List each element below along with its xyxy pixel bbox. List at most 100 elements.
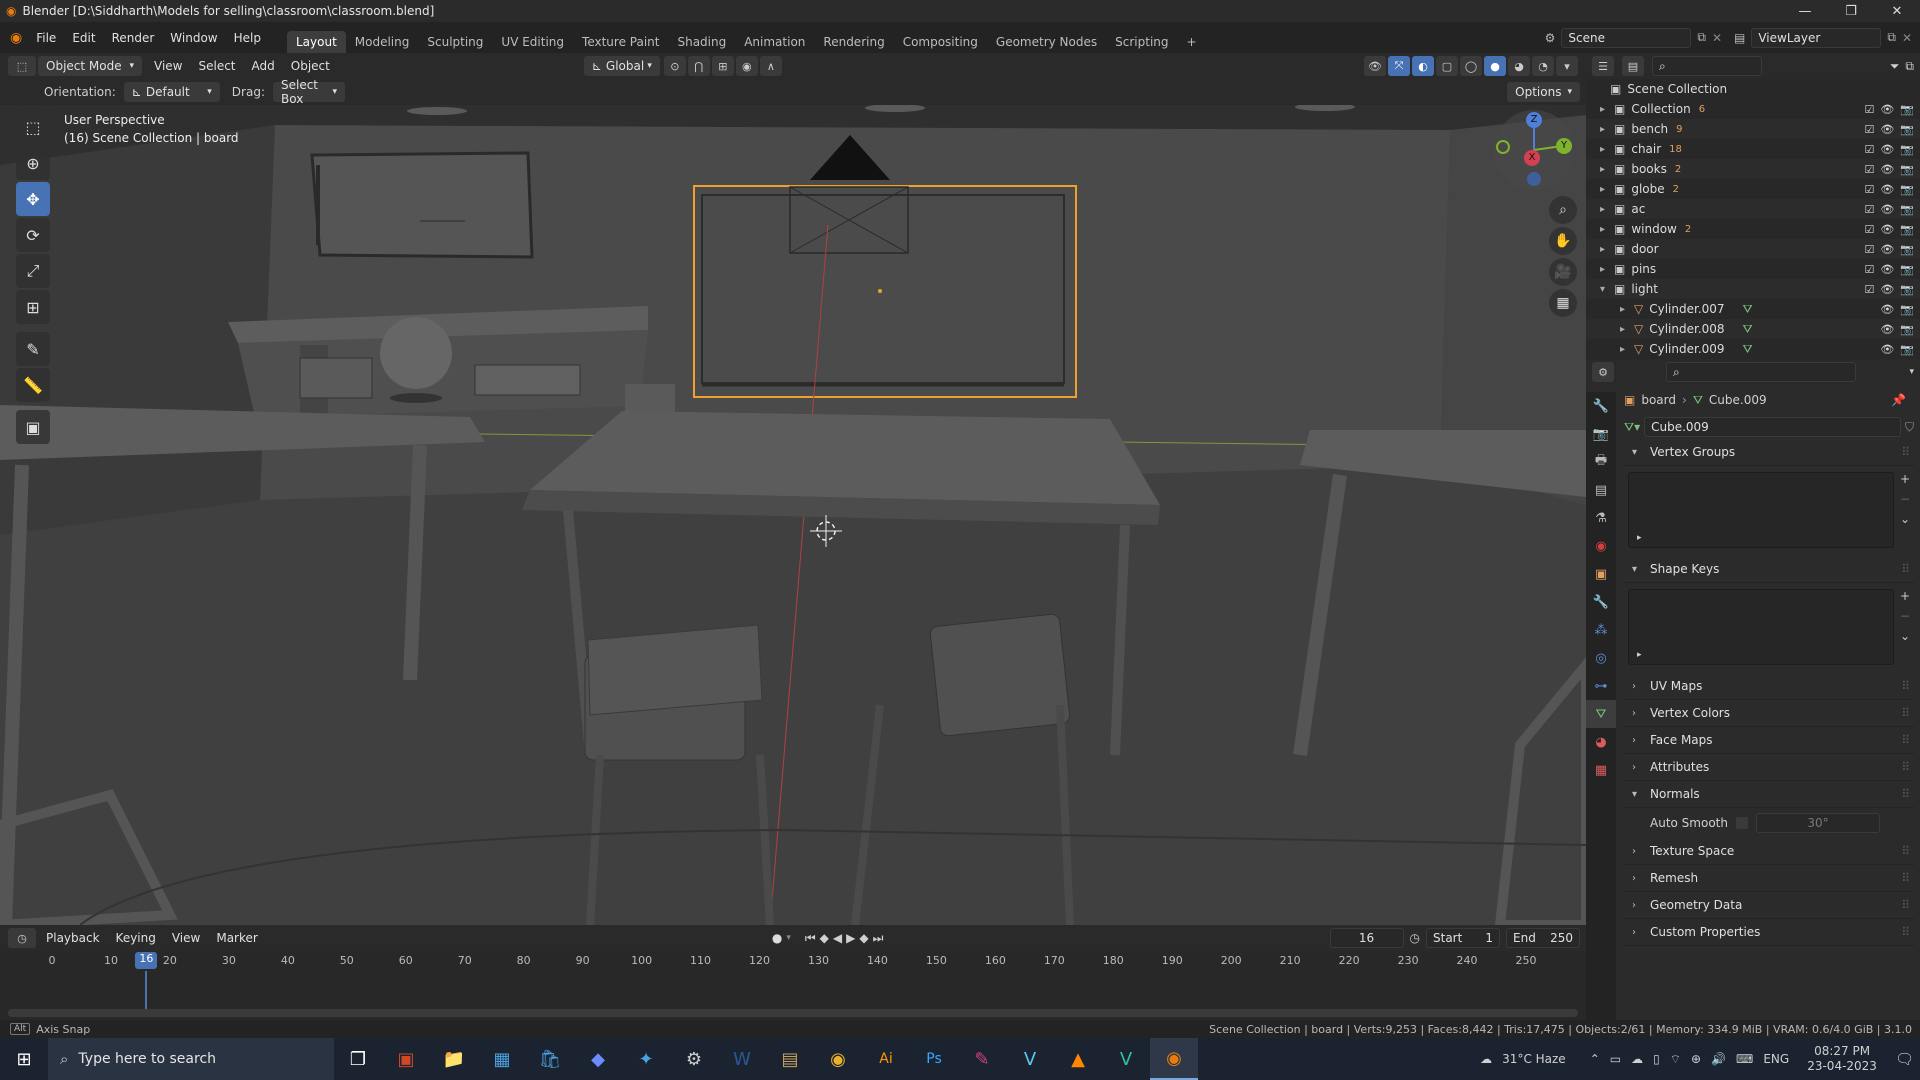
timeline-tick-label[interactable]: 90 (576, 954, 590, 967)
camera-icon[interactable]: 📷 (1900, 183, 1914, 196)
y-axis-button[interactable]: Y (1556, 138, 1572, 154)
camera-icon[interactable]: 📷 (1900, 323, 1914, 336)
object-tab[interactable]: ▣ (1586, 560, 1616, 588)
outliner-item-window[interactable]: ▸ ▣ window 2 ☑ 👁 📷 (1586, 219, 1920, 239)
chevron-down-icon[interactable]: ⌄ (1900, 629, 1910, 643)
workspace-tab--[interactable]: + (1178, 31, 1206, 53)
measure-tool[interactable]: 📏 (16, 368, 50, 402)
timeline-tick-label[interactable]: 220 (1339, 954, 1360, 967)
eye-icon[interactable]: 👁 (1880, 183, 1894, 196)
eye-icon[interactable]: 👁 (1880, 163, 1894, 176)
transform-tool[interactable]: ⊞ (16, 290, 50, 324)
task-view-button[interactable]: ❐ (334, 1038, 382, 1080)
panel-attributes[interactable]: › Attributes ⠿ (1624, 754, 1914, 781)
app-5[interactable]: ◆ (574, 1038, 622, 1080)
annotate-tool[interactable]: ✎ (16, 332, 50, 366)
chevron-right-icon[interactable]: ▸ (1620, 324, 1634, 335)
filter-icon[interactable]: ⏷ (1890, 59, 1900, 74)
taskbar-search[interactable]: ⌕ Type here to search (48, 1038, 334, 1080)
exclude-checkbox[interactable]: ☑ (1864, 163, 1874, 176)
chevron-right-icon[interactable]: ▸ (1620, 344, 1634, 355)
powerpoint-app[interactable]: ▣ (382, 1038, 430, 1080)
chevron-right-icon[interactable]: ▸ (1600, 104, 1614, 115)
camera-icon[interactable]: 📷 (1900, 143, 1914, 156)
chevron-right-icon[interactable]: ▸ (1600, 164, 1614, 175)
drag-grip-icon[interactable]: ⠿ (1901, 925, 1910, 939)
chevron-right-icon[interactable]: ▸ (1600, 184, 1614, 195)
eye-icon[interactable]: 👁 (1880, 223, 1894, 236)
outliner-item-light[interactable]: ▾ ▣ light ☑ 👁 📷 (1586, 279, 1920, 299)
wifi-icon[interactable]: ⌔ (1670, 1052, 1681, 1067)
tray-icon-1[interactable]: ▭ (1610, 1052, 1621, 1066)
illustrator-app[interactable]: Ai (862, 1038, 910, 1080)
zoom-button[interactable]: ⌕ (1549, 196, 1577, 224)
exclude-checkbox[interactable]: ☑ (1864, 203, 1874, 216)
remove-icon[interactable]: − (1900, 609, 1910, 623)
timeline-tick-label[interactable]: 80 (517, 954, 531, 967)
rotate-tool[interactable]: ⟳ (16, 218, 50, 252)
snap-toggle[interactable]: ⋂ (687, 56, 710, 76)
texture-tab[interactable]: ▦ (1586, 756, 1616, 784)
app-13[interactable]: ✎ (958, 1038, 1006, 1080)
timeline-tick-label[interactable]: 200 (1221, 954, 1242, 967)
drag-grip-icon[interactable]: ⠿ (1901, 679, 1910, 693)
app-7[interactable]: ⚙ (670, 1038, 718, 1080)
cloud-icon[interactable]: ☁ (1631, 1052, 1643, 1066)
chevron-right-icon[interactable]: ▸ (1620, 304, 1634, 315)
prev-keyframe-icon[interactable]: ◆ (820, 931, 829, 945)
physics-tab[interactable]: ◎ (1586, 644, 1616, 672)
new-view-layer-icon[interactable]: ⧉ (1887, 30, 1896, 45)
mode-dropdown[interactable]: Object Mode ▾ (38, 56, 142, 76)
pin-icon[interactable]: 📌 (1891, 393, 1906, 407)
chevron-right-icon[interactable]: ▸ (1600, 244, 1614, 255)
panel-texture-space[interactable]: › Texture Space ⠿ (1624, 838, 1914, 865)
pivot-point-button[interactable]: ⊙ (663, 56, 686, 76)
timeline-tick-label[interactable]: 140 (867, 954, 888, 967)
timeline-tick-label[interactable]: 210 (1280, 954, 1301, 967)
menu-file[interactable]: File (28, 31, 64, 45)
scene-tab[interactable]: ⚗ (1586, 504, 1616, 532)
auto-smooth-angle-field[interactable]: 30° (1755, 813, 1880, 833)
exclude-checkbox[interactable]: ☑ (1864, 123, 1874, 136)
photoshop-app[interactable]: Ps (910, 1038, 958, 1080)
weather-icon[interactable]: ☁ (1480, 1052, 1492, 1066)
scene-selector[interactable]: Scene (1561, 27, 1692, 48)
workspace-tab-texture-paint[interactable]: Texture Paint (573, 31, 668, 53)
camera-icon[interactable]: 📷 (1900, 303, 1914, 316)
camera-view-button[interactable]: 🎥 (1549, 258, 1577, 286)
workspace-tab-modeling[interactable]: Modeling (346, 31, 419, 53)
navigation-gizmo[interactable]: Z Y X (1494, 110, 1574, 190)
camera-icon[interactable]: 📷 (1900, 103, 1914, 116)
clock[interactable]: 08:27 PM 23-04-2023 (1807, 1044, 1877, 1074)
timeline-tick-label[interactable]: 150 (926, 954, 947, 967)
menu-window[interactable]: Window (162, 31, 225, 45)
timeline-tick-label[interactable]: 0 (49, 954, 56, 967)
cursor-tool[interactable]: ⊕ (16, 146, 50, 180)
options-dropdown[interactable]: Options ▾ (1507, 82, 1580, 102)
chevron-up-icon[interactable]: ⌃ (1590, 1052, 1600, 1066)
neg-z-axis-button[interactable] (1527, 172, 1541, 186)
transform-orientation-dropdown[interactable]: ⊾ Global ▾ (583, 56, 660, 76)
chevron-right-icon[interactable]: ▸ (1600, 144, 1614, 155)
drag-dropdown[interactable]: Select Box ▾ (272, 78, 345, 106)
app-16[interactable]: V (1102, 1038, 1150, 1080)
panel-remesh[interactable]: › Remesh ⠿ (1624, 865, 1914, 892)
render-tab[interactable]: 📷 (1586, 420, 1616, 448)
current-frame-field[interactable]: 16 (1329, 928, 1404, 948)
play-icon[interactable]: ▶ (846, 931, 855, 945)
eye-icon[interactable]: 👁 (1880, 103, 1894, 116)
neg-y-axis-button[interactable] (1496, 140, 1510, 154)
overlay-toggle[interactable]: ◐ (1412, 56, 1434, 76)
shape-key-list[interactable]: ▸ (1628, 589, 1894, 665)
auto-smooth-checkbox[interactable] (1735, 817, 1748, 829)
eye-icon[interactable]: 👁 (1880, 263, 1894, 276)
timeline-editor-type-button[interactable]: ◷ (8, 928, 36, 948)
rendered-shading-button[interactable]: ◔ (1532, 56, 1554, 76)
constraints-tab[interactable]: ⊶ (1586, 672, 1616, 700)
proportional-edit-toggle[interactable]: ◉ (735, 56, 758, 76)
timeline-tick-label[interactable]: 180 (1103, 954, 1124, 967)
x-axis-button[interactable]: X (1524, 150, 1540, 166)
world-tab[interactable]: ◉ (1586, 532, 1616, 560)
timeline-ruler[interactable]: 0 10 20 30 40 50 60 70 80 90 100 110 120 130 140 150 160… (0, 951, 1586, 971)
outliner-editor-type-button[interactable]: ☰ (1592, 56, 1614, 76)
